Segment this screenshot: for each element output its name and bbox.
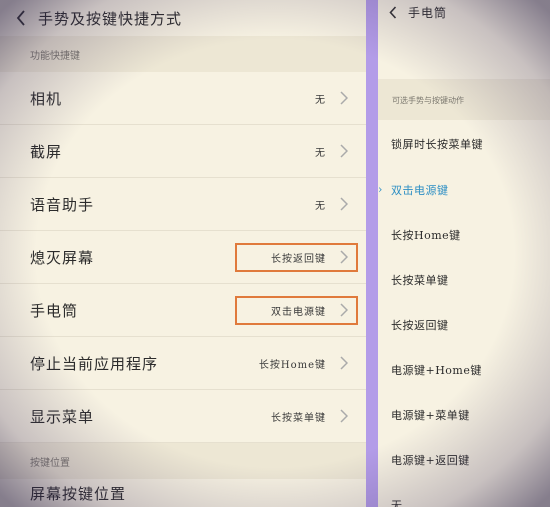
chevron-right-icon — [340, 409, 348, 423]
option-label: 电源键+返回键 — [391, 453, 470, 467]
row-label: 截屏 — [30, 142, 63, 161]
option-none[interactable]: 无 — [378, 482, 550, 507]
row-label: 显示菜单 — [30, 407, 95, 426]
row-label: 屏幕按键位置 — [30, 485, 127, 503]
option-power-plus-back[interactable]: 电源键+返回键 — [378, 437, 550, 482]
option-label: 长按Home键 — [391, 228, 461, 242]
option-label: 长按菜单键 — [391, 273, 449, 287]
selected-chevron-icon: › — [378, 183, 383, 196]
option-power-plus-home[interactable]: 电源键+Home键 — [378, 347, 550, 392]
chevron-right-icon — [340, 356, 348, 370]
option-lockscreen-long-press-menu[interactable]: 锁屏时长按菜单键 — [378, 120, 550, 167]
option-label: 电源键+菜单键 — [391, 408, 470, 422]
flashlight-options-panel: 手电筒 可选手势与按键动作 锁屏时长按菜单键 › 双击电源键 长按Home键 长… — [378, 0, 550, 507]
page-title: 手势及按键快捷方式 — [38, 9, 183, 28]
chevron-right-icon — [340, 91, 348, 105]
back-arrow-icon[interactable] — [8, 10, 34, 26]
panel-title: 手电筒 — [408, 5, 448, 20]
row-label: 手电筒 — [30, 301, 79, 320]
option-label: 无 — [391, 498, 403, 507]
row-value: 长按返回键 — [271, 253, 326, 265]
gesture-shortcuts-panel: 手势及按键快捷方式 功能快捷键 相机 无 截屏 无 语音助手 无 熄灭屏幕 长按… — [0, 0, 366, 507]
row-label: 停止当前应用程序 — [30, 354, 159, 373]
row-camera[interactable]: 相机 无 — [0, 72, 366, 125]
blank-area — [378, 24, 550, 80]
back-arrow-icon[interactable] — [380, 5, 406, 19]
chevron-right-icon — [340, 144, 348, 158]
row-value: 无 — [315, 200, 326, 212]
option-long-press-menu[interactable]: 长按菜单键 — [378, 257, 550, 302]
shortcut-list: 相机 无 截屏 无 语音助手 无 熄灭屏幕 长按返回键 手电筒 双击电源键 停止… — [0, 72, 366, 443]
right-header: 手电筒 — [378, 0, 550, 24]
option-label: 锁屏时长按菜单键 — [391, 137, 483, 151]
section-label-key-position: 按键位置 — [0, 443, 366, 479]
row-value: 无 — [315, 147, 326, 159]
row-label: 语音助手 — [30, 195, 95, 214]
chevron-right-icon — [340, 303, 348, 317]
chevron-right-icon — [340, 250, 348, 264]
row-value: 无 — [315, 94, 326, 106]
option-power-plus-menu[interactable]: 电源键+菜单键 — [378, 392, 550, 437]
section-label-function-shortcuts: 功能快捷键 — [0, 36, 366, 72]
row-screen-off[interactable]: 熄灭屏幕 长按返回键 — [0, 231, 366, 284]
chevron-right-icon — [340, 197, 348, 211]
section-label-available-actions: 可选手势与按键动作 — [378, 80, 550, 120]
row-value: 长按菜单键 — [271, 412, 326, 424]
option-label: 长按返回键 — [391, 318, 449, 332]
row-voice-assistant[interactable]: 语音助手 无 — [0, 178, 366, 231]
row-screenshot[interactable]: 截屏 无 — [0, 125, 366, 178]
row-screen-key-position[interactable]: 屏幕按键位置 — [0, 479, 366, 507]
option-double-click-power[interactable]: › 双击电源键 — [378, 167, 550, 212]
option-long-press-back[interactable]: 长按返回键 — [378, 302, 550, 347]
row-label: 相机 — [30, 89, 63, 108]
row-value: 长按Home键 — [258, 359, 326, 371]
row-flashlight[interactable]: 手电筒 双击电源键 — [0, 284, 366, 337]
row-show-menu[interactable]: 显示菜单 长按菜单键 — [0, 390, 366, 443]
row-value: 双击电源键 — [271, 306, 326, 318]
option-list: 锁屏时长按菜单键 › 双击电源键 长按Home键 长按菜单键 长按返回键 电源键… — [378, 120, 550, 507]
option-label: 电源键+Home键 — [391, 363, 482, 377]
option-label: 双击电源键 — [391, 183, 449, 197]
row-stop-current-app[interactable]: 停止当前应用程序 长按Home键 — [0, 337, 366, 390]
row-label: 熄灭屏幕 — [30, 248, 95, 267]
left-header: 手势及按键快捷方式 — [0, 0, 366, 36]
option-long-press-home[interactable]: 长按Home键 — [378, 212, 550, 257]
